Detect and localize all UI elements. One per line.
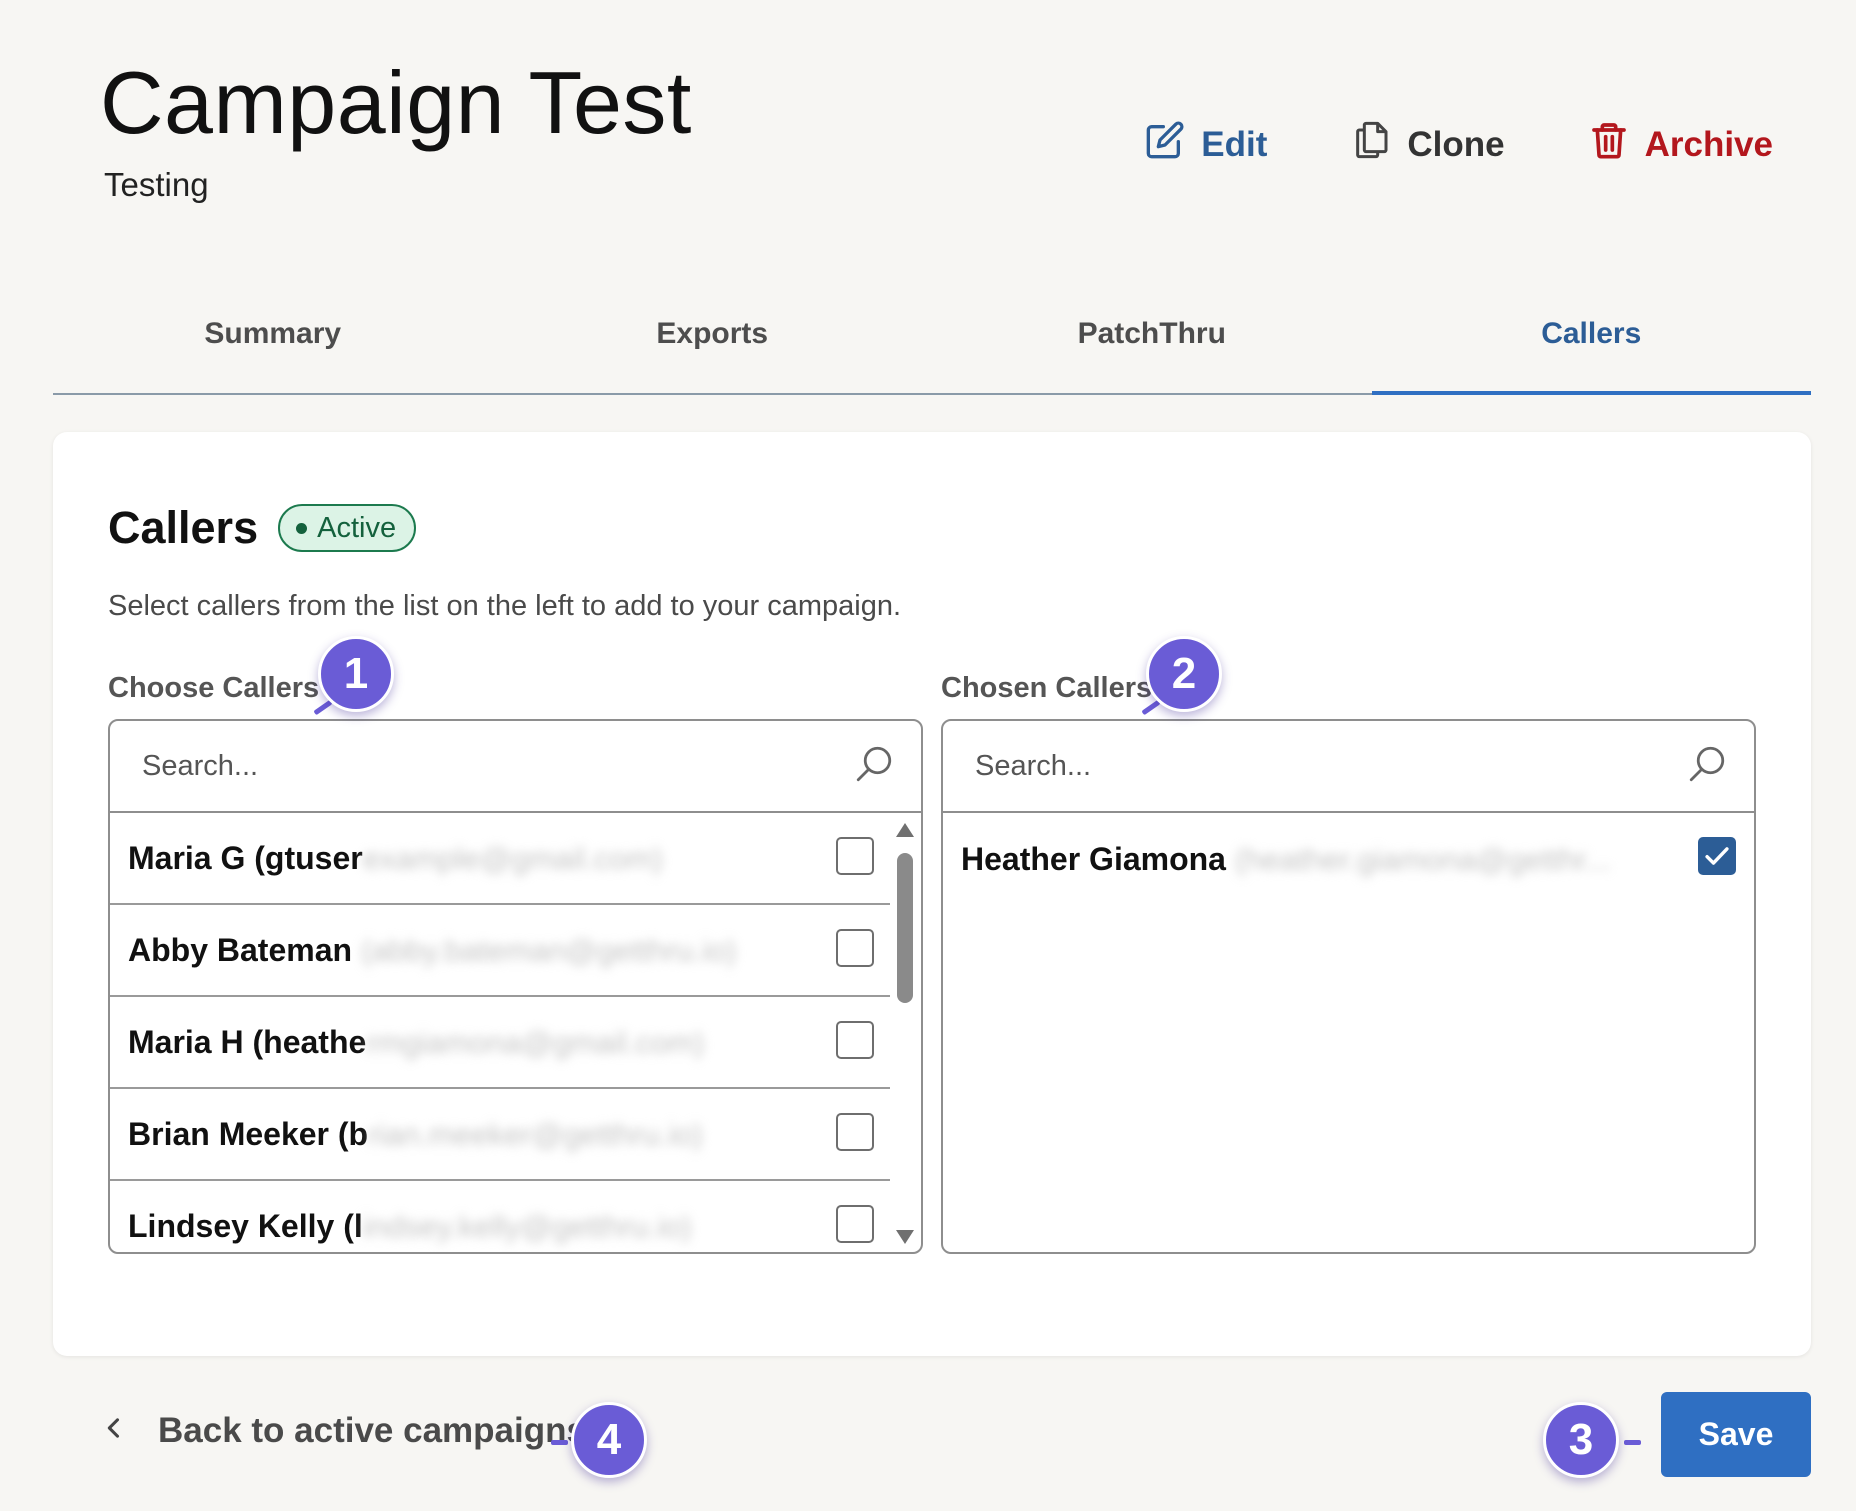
chevron-left-icon — [100, 1411, 128, 1451]
caller-row[interactable]: Abby Bateman (abby.bateman@getthru.io) — [110, 905, 890, 997]
chosen-callers-label: Chosen Callers — [941, 672, 1153, 704]
tab-callers[interactable]: Callers — [1371, 300, 1812, 395]
scroll-up-icon[interactable] — [896, 823, 914, 837]
obscured-email: rmgiamona@gmail.com) — [366, 1024, 705, 1060]
trash-icon — [1589, 120, 1629, 169]
choose-search-input[interactable] — [142, 749, 853, 783]
choose-callers-label: Choose Callers — [108, 672, 320, 704]
tab-patchthru[interactable]: PatchThru — [932, 300, 1372, 393]
back-link-label: Back to active campaigns — [158, 1411, 586, 1450]
caller-name: Lindsey Kelly (lindsey.kelly@getthru.io) — [128, 1207, 692, 1244]
caller-name: Abby Bateman (abby.bateman@getthru.io) — [128, 931, 737, 968]
obscured-email: indsey.kelly@getthru.io) — [362, 1208, 692, 1244]
search-icon[interactable] — [1686, 743, 1728, 790]
card-title-row: Callers Active — [108, 502, 417, 554]
chosen-search-input[interactable] — [975, 749, 1686, 783]
callers-card: Callers Active Select callers from the l… — [53, 432, 1811, 1356]
marker-3-tail — [1624, 1440, 1641, 1445]
obscured-email: example@gmail.com) — [362, 840, 663, 876]
caller-checkbox[interactable] — [836, 837, 874, 875]
chosen-callers-panel: Heather Giamona (heather.giamona@getthr.… — [941, 719, 1756, 1254]
annotation-marker-4: 4 — [571, 1402, 647, 1478]
page-title: Campaign Test — [100, 53, 692, 152]
obscured-email: rian.meeker@getthru.io) — [368, 1116, 703, 1152]
caller-row[interactable]: Lindsey Kelly (lindsey.kelly@getthru.io) — [110, 1181, 890, 1252]
edit-button[interactable]: Edit — [1145, 120, 1267, 169]
status-dot-icon — [296, 522, 308, 534]
archive-button[interactable]: Archive — [1589, 120, 1773, 169]
caller-checkbox[interactable] — [836, 1021, 874, 1059]
card-title: Callers — [108, 502, 259, 553]
save-button[interactable]: Save — [1661, 1392, 1811, 1477]
clone-label: Clone — [1407, 124, 1505, 164]
status-badge: Active — [278, 504, 417, 552]
tab-exports[interactable]: Exports — [493, 300, 933, 393]
search-icon[interactable] — [853, 743, 895, 790]
tab-bar: Summary Exports PatchThru Callers — [53, 300, 1811, 395]
archive-label: Archive — [1644, 124, 1773, 164]
copy-icon — [1351, 120, 1391, 169]
status-badge-label: Active — [317, 511, 397, 544]
list-scrollbar[interactable] — [889, 813, 921, 1252]
clone-button[interactable]: Clone — [1351, 120, 1505, 169]
chosen-search-bar — [943, 721, 1754, 813]
caller-name: Maria H (heathermgiamona@gmail.com) — [128, 1023, 705, 1060]
annotation-marker-1: 1 — [318, 636, 394, 712]
caller-checkbox-checked[interactable] — [1698, 837, 1736, 875]
card-description: Select callers from the list on the left… — [108, 590, 902, 622]
caller-checkbox[interactable] — [836, 929, 874, 967]
marker-4-tail — [551, 1440, 568, 1445]
page-subtitle: Testing — [104, 166, 209, 203]
scroll-thumb[interactable] — [897, 853, 913, 1003]
caller-name: Maria G (gtuserexample@gmail.com) — [128, 839, 663, 876]
caller-row[interactable]: Maria G (gtuserexample@gmail.com) — [110, 813, 890, 905]
caller-name: Heather Giamona (heather.giamona@getthr.… — [961, 840, 1612, 877]
caller-row[interactable]: Maria H (heathermgiamona@gmail.com) — [110, 997, 890, 1089]
header-actions: Edit Clone Archive — [1145, 120, 1773, 169]
tab-summary[interactable]: Summary — [53, 300, 493, 393]
caller-checkbox[interactable] — [836, 1205, 874, 1243]
edit-icon — [1145, 120, 1185, 169]
obscured-email: (heather.giamona@getthr... — [1234, 841, 1612, 877]
back-to-campaigns-link[interactable]: Back to active campaigns — [100, 1411, 586, 1451]
scroll-down-icon[interactable] — [896, 1230, 914, 1244]
annotation-marker-2: 2 — [1146, 636, 1222, 712]
check-icon — [1705, 847, 1729, 865]
chosen-caller-row[interactable]: Heather Giamona (heather.giamona@getthr.… — [943, 813, 1754, 905]
choose-callers-list: Maria G (gtuserexample@gmail.com) Abby B… — [110, 813, 921, 1252]
obscured-email: (abby.bateman@getthru.io) — [360, 932, 737, 968]
caller-name: Brian Meeker (brian.meeker@getthru.io) — [128, 1115, 703, 1152]
caller-checkbox[interactable] — [836, 1113, 874, 1151]
edit-label: Edit — [1201, 124, 1268, 164]
choose-callers-panel: Maria G (gtuserexample@gmail.com) Abby B… — [108, 719, 923, 1254]
annotation-marker-3: 3 — [1543, 1402, 1619, 1478]
caller-row[interactable]: Brian Meeker (brian.meeker@getthru.io) — [110, 1089, 890, 1181]
choose-search-bar — [110, 721, 921, 813]
